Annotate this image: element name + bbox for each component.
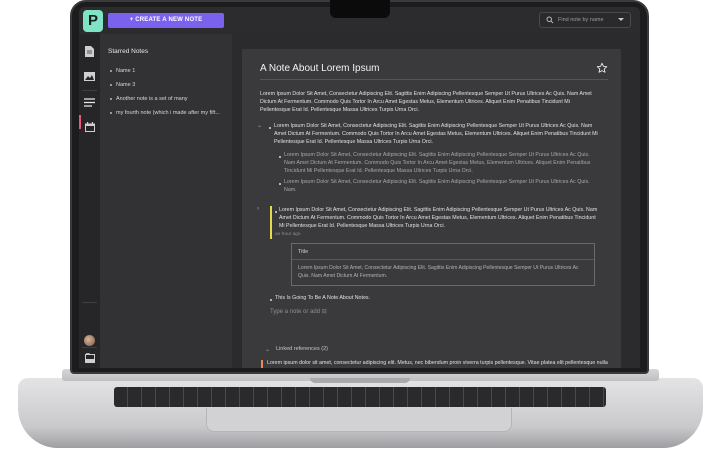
bullet-icon: [110, 112, 112, 114]
starred-note-item[interactable]: Name 1: [110, 64, 230, 78]
document-icon[interactable]: [83, 45, 96, 58]
chevron-down-icon[interactable]: ⌄: [257, 122, 262, 129]
create-note-button[interactable]: + CREATE A NEW NOTE: [108, 13, 224, 28]
camera-notch: [330, 0, 390, 18]
avatar[interactable]: [84, 335, 95, 346]
add-note-placeholder: Type a note or add: [270, 309, 321, 315]
active-indicator: [79, 115, 81, 129]
bullet-icon: [110, 70, 112, 72]
note-block[interactable]: Lorem Ipsum Dolor Sit Amet, Consectetur …: [274, 123, 602, 146]
rail-divider: [82, 90, 97, 91]
starred-note-item[interactable]: Name 3: [110, 78, 230, 92]
starred-note-label: Name 1: [116, 68, 136, 74]
laptop-mockup: P + CREATE A NEW NOTE Find note by name: [0, 0, 721, 454]
app-screen: P + CREATE A NEW NOTE Find note by name: [79, 7, 640, 368]
embedded-note-divider: [292, 259, 594, 260]
attach-icon[interactable]: ⊟: [322, 309, 327, 315]
starred-note-label: Name 3: [116, 82, 136, 88]
rail-divider: [82, 302, 97, 303]
starred-notes-title: Starred Notes: [108, 48, 149, 55]
embedded-note[interactable]: Title Lorem Ipsum Dolor Sit Amet, Consec…: [291, 243, 595, 286]
app-logo[interactable]: P: [83, 10, 103, 32]
search-input[interactable]: Find note by name: [539, 12, 631, 28]
bullet-icon: [269, 127, 271, 129]
note-block[interactable]: This Is Going To Be A Note About Notes.: [275, 295, 475, 303]
reference-bar: [261, 360, 263, 368]
starred-note-label: Another note is a set of many: [116, 96, 188, 102]
bullet-icon: [110, 98, 112, 100]
starred-notes-list: Name 1 Name 3 Another note is a set of m…: [110, 64, 230, 120]
embedded-note-title: Title: [298, 249, 309, 255]
laptop-lip: [310, 378, 410, 383]
linked-reference-text[interactable]: Lorem ipsum dolor sit amet, consectetur …: [267, 360, 612, 368]
note-card: A Note About Lorem Ipsum Lorem Ipsum Dol…: [242, 49, 621, 368]
search-placeholder: Find note by name: [558, 17, 604, 23]
icon-rail: ?: [79, 34, 100, 368]
star-icon[interactable]: [596, 62, 608, 74]
panel-toggle-icon[interactable]: [83, 352, 96, 365]
bullet-icon: [279, 156, 281, 158]
bullet-icon: [270, 299, 272, 301]
bullet-icon: [279, 183, 281, 185]
embedded-note-body: Lorem Ipsum Dolor Sit Amet, Consectetur …: [298, 265, 579, 279]
search-icon: [546, 16, 554, 24]
block-timestamp: an hour ago: [275, 232, 301, 237]
starred-note-item[interactable]: Another note is a set of many: [110, 92, 230, 106]
note-sub-block[interactable]: Lorem Ipsum Dolor Sit Amet, Consectetur …: [284, 179, 602, 195]
add-note-input[interactable]: Type a note or add ⊟: [270, 308, 327, 315]
title-divider: [260, 79, 608, 80]
note-block[interactable]: Lorem Ipsum Dolor Sit Amet, Consectetur …: [279, 207, 602, 230]
trackpad: [206, 408, 512, 432]
keyboard: [114, 387, 606, 407]
starred-note-item[interactable]: my fourth note (which i made after my fi…: [110, 106, 230, 120]
image-icon[interactable]: [83, 70, 96, 83]
bullet-icon: [110, 84, 112, 86]
starred-note-label: my fourth note (which i made after my fi…: [116, 110, 220, 116]
note-title[interactable]: A Note About Lorem Ipsum: [260, 63, 380, 74]
chevron-right-icon[interactable]: ›: [257, 206, 259, 212]
note-sub-block[interactable]: Lorem Ipsum Dolor Sit Amet, Consectetur …: [284, 152, 602, 175]
chevron-down-icon[interactable]: ⌄: [265, 346, 270, 353]
note-intro[interactable]: Lorem Ipsum Dolor Sit Amet, Consectetur …: [260, 91, 600, 114]
linked-references-toggle[interactable]: Linked references (2): [276, 346, 328, 352]
starred-notes-panel: Starred Notes Name 1 Name 3 Another note…: [100, 34, 232, 368]
highlight-bar: [270, 206, 272, 239]
chevron-down-icon[interactable]: [618, 18, 624, 21]
notes-list-icon[interactable]: [83, 96, 96, 109]
main-content: A Note About Lorem Ipsum Lorem Ipsum Dol…: [232, 34, 640, 368]
bullet-icon: [275, 211, 277, 213]
rail-divider: [82, 347, 97, 348]
calendar-icon[interactable]: [83, 120, 96, 133]
